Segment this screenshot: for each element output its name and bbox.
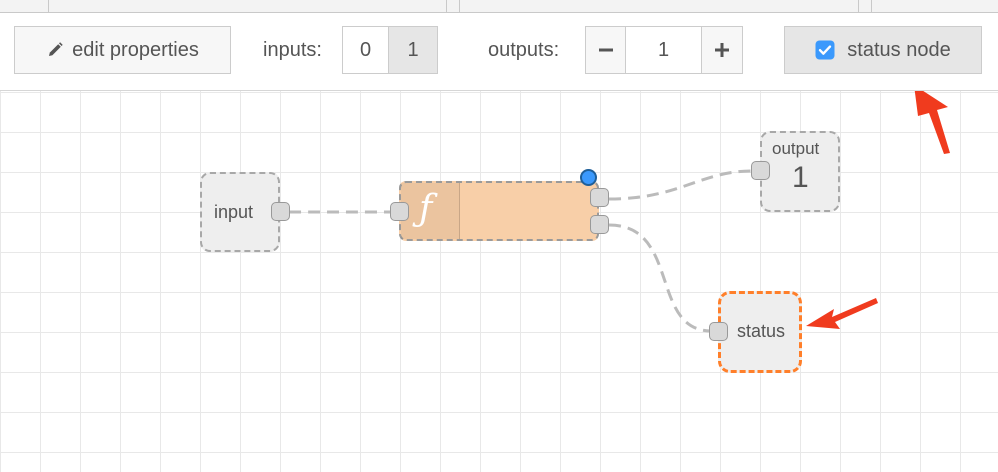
outputs-increment-button[interactable] [702,27,742,73]
inputs-selector: 0 1 [342,26,438,74]
annotation-layer [806,91,950,329]
outputs-decrement-button[interactable] [586,27,626,73]
tab-separator [446,0,447,12]
pencil-icon [46,41,64,59]
tab-separator [459,0,460,12]
status-node-toggle[interactable]: status node [784,26,982,74]
tab-separator [871,0,872,12]
flow-canvas[interactable]: input ƒ output 1 status [0,91,998,472]
node-toolbar: edit properties inputs: 0 1 outputs: 1 s… [0,13,998,91]
edit-properties-button[interactable]: edit properties [14,26,231,74]
edit-properties-label: edit properties [72,38,199,61]
status-node-label: status node [847,38,951,61]
outputs-label: outputs: [488,39,560,61]
inputs-label: inputs: [263,39,322,61]
tab-separator [858,0,859,12]
checkbox-checked-icon[interactable] [815,40,835,60]
inputs-option-0[interactable]: 0 [343,27,389,73]
outputs-stepper: 1 [585,26,743,74]
tab-strip [0,0,998,13]
outputs-count[interactable]: 1 [626,27,702,73]
plus-icon [714,42,730,58]
arrow-icon [806,298,878,329]
arrow-icon [914,91,950,154]
inputs-option-1[interactable]: 1 [389,27,437,73]
minus-icon [598,42,614,58]
tab-separator [48,0,49,12]
